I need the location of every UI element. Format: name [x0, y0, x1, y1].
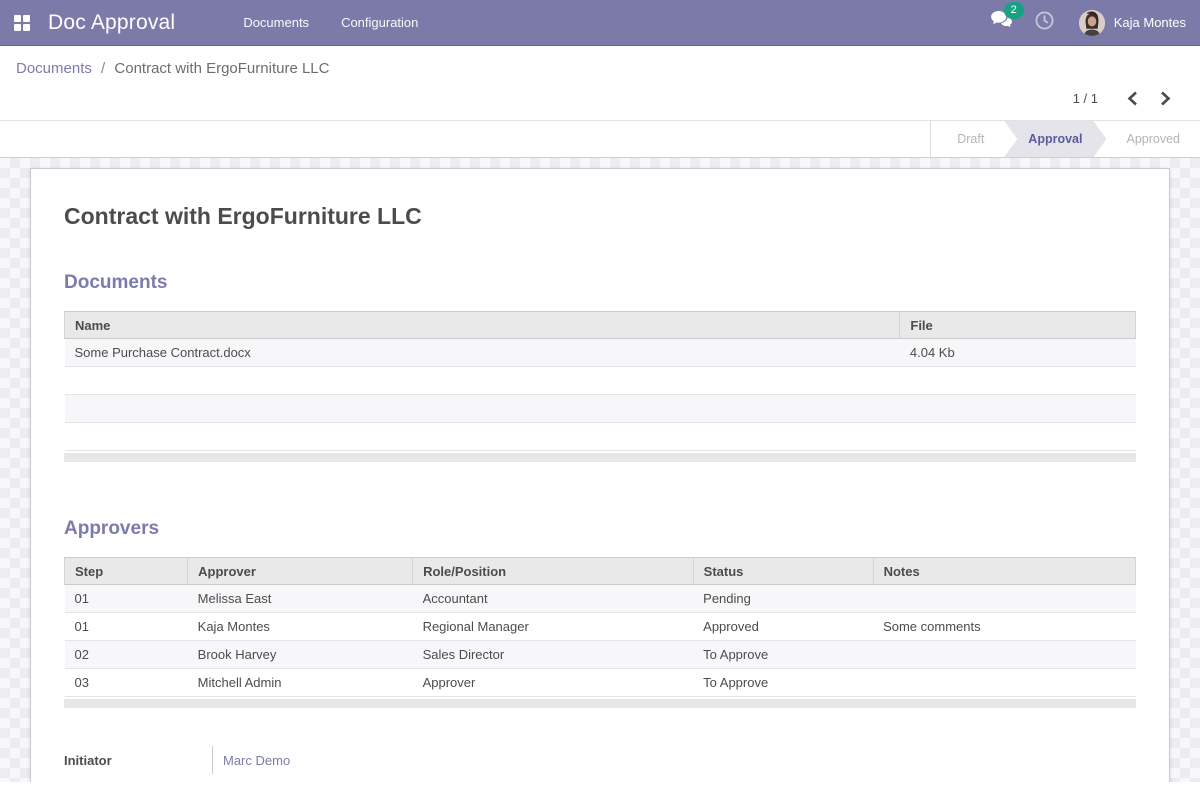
approver-cell: Brook Harvey [188, 641, 413, 669]
documents-section: Documents Name File Some Purchase Contra… [64, 272, 1136, 462]
status-cell: To Approve [693, 641, 873, 669]
status-step-approval[interactable]: Approval [1004, 121, 1106, 157]
control-panel: Documents / Contract with ErgoFurniture … [0, 46, 1200, 121]
step-cell: 02 [65, 641, 188, 669]
notes-cell [873, 669, 1135, 697]
menu-configuration[interactable]: Configuration [325, 0, 434, 45]
document-row[interactable]: Some Purchase Contract.docx 4.04 Kb [65, 339, 1136, 367]
main-menu: Documents Configuration [227, 0, 434, 45]
breadcrumb-separator: / [101, 60, 105, 77]
activities-button[interactable] [1024, 11, 1065, 35]
approvers-section: Approvers Step Approver Role/Position St… [64, 518, 1136, 708]
status-step-approved[interactable]: Approved [1106, 121, 1200, 157]
column-header-step[interactable]: Step [65, 558, 188, 585]
column-header-name[interactable]: Name [65, 312, 900, 339]
pager: 1 / 1 [0, 79, 1200, 121]
pager-next-button[interactable] [1153, 89, 1178, 108]
pager-previous-button[interactable] [1120, 89, 1145, 108]
form-view-background: Contract with ErgoFurniture LLC Document… [0, 158, 1200, 782]
column-header-role[interactable]: Role/Position [413, 558, 694, 585]
messages-count-badge: 2 [1004, 2, 1024, 19]
documents-section-title: Documents [64, 272, 1136, 294]
status-cell: Pending [693, 585, 873, 613]
approver-row[interactable]: 01 Kaja Montes Regional Manager Approved… [65, 613, 1136, 641]
empty-row [65, 423, 1136, 451]
role-cell: Sales Director [413, 641, 694, 669]
grid-icon [14, 15, 30, 31]
document-file-cell: 4.04 Kb [900, 339, 1136, 367]
initiator-label: Initiator [64, 753, 212, 768]
documents-table-footer [64, 453, 1136, 462]
role-cell: Approver [413, 669, 694, 697]
initiator-field: Initiator Marc Demo [64, 746, 1136, 774]
apps-menu-icon[interactable] [0, 0, 44, 45]
empty-row [65, 395, 1136, 423]
initiator-value-link[interactable]: Marc Demo [223, 753, 290, 768]
clock-icon [1035, 11, 1054, 35]
notes-cell [873, 641, 1135, 669]
user-name: Kaja Montes [1114, 15, 1186, 30]
messages-button[interactable]: 2 [979, 11, 1024, 34]
documents-table-header: Name File [65, 312, 1136, 339]
notes-cell: Some comments [873, 613, 1135, 641]
approver-row[interactable]: 02 Brook Harvey Sales Director To Approv… [65, 641, 1136, 669]
status-step-draft[interactable]: Draft [937, 121, 1004, 157]
approver-row[interactable]: 01 Melissa East Accountant Pending [65, 585, 1136, 613]
approver-row[interactable]: 03 Mitchell Admin Approver To Approve [65, 669, 1136, 697]
role-cell: Regional Manager [413, 613, 694, 641]
step-cell: 01 [65, 585, 188, 613]
systray: 2 Kaja Montes [979, 10, 1200, 36]
breadcrumb: Documents / Contract with ErgoFurniture … [0, 46, 1200, 79]
column-header-notes[interactable]: Notes [873, 558, 1135, 585]
approvers-table-footer [64, 699, 1136, 708]
step-cell: 03 [65, 669, 188, 697]
document-name-cell: Some Purchase Contract.docx [65, 339, 900, 367]
approvers-section-title: Approvers [64, 518, 1136, 540]
documents-table: Name File Some Purchase Contract.docx 4.… [64, 311, 1136, 451]
breadcrumb-current: Contract with ErgoFurniture LLC [114, 60, 329, 77]
column-header-status[interactable]: Status [693, 558, 873, 585]
top-navbar: Doc Approval Documents Configuration 2 [0, 0, 1200, 46]
user-avatar [1079, 10, 1105, 36]
column-header-file[interactable]: File [900, 312, 1136, 339]
record-title: Contract with ErgoFurniture LLC [64, 203, 1136, 230]
approvers-table-header: Step Approver Role/Position Status Notes [65, 558, 1136, 585]
empty-row [65, 367, 1136, 395]
pager-value: 1 / 1 [1073, 91, 1098, 106]
user-menu[interactable]: Kaja Montes [1079, 10, 1186, 36]
status-cell: To Approve [693, 669, 873, 697]
app-title: Doc Approval [48, 11, 175, 35]
approver-cell: Mitchell Admin [188, 669, 413, 697]
statusbar-row: Draft Approval Approved [0, 121, 1200, 158]
approver-cell: Kaja Montes [188, 613, 413, 641]
approvers-table: Step Approver Role/Position Status Notes… [64, 557, 1136, 697]
menu-documents[interactable]: Documents [227, 0, 325, 45]
breadcrumb-documents-link[interactable]: Documents [16, 60, 92, 77]
form-sheet: Contract with ErgoFurniture LLC Document… [30, 168, 1170, 782]
step-cell: 01 [65, 613, 188, 641]
column-header-approver[interactable]: Approver [188, 558, 413, 585]
status-cell: Approved [693, 613, 873, 641]
statusbar: Draft Approval Approved [930, 121, 1200, 157]
role-cell: Accountant [413, 585, 694, 613]
notes-cell [873, 585, 1135, 613]
approver-cell: Melissa East [188, 585, 413, 613]
